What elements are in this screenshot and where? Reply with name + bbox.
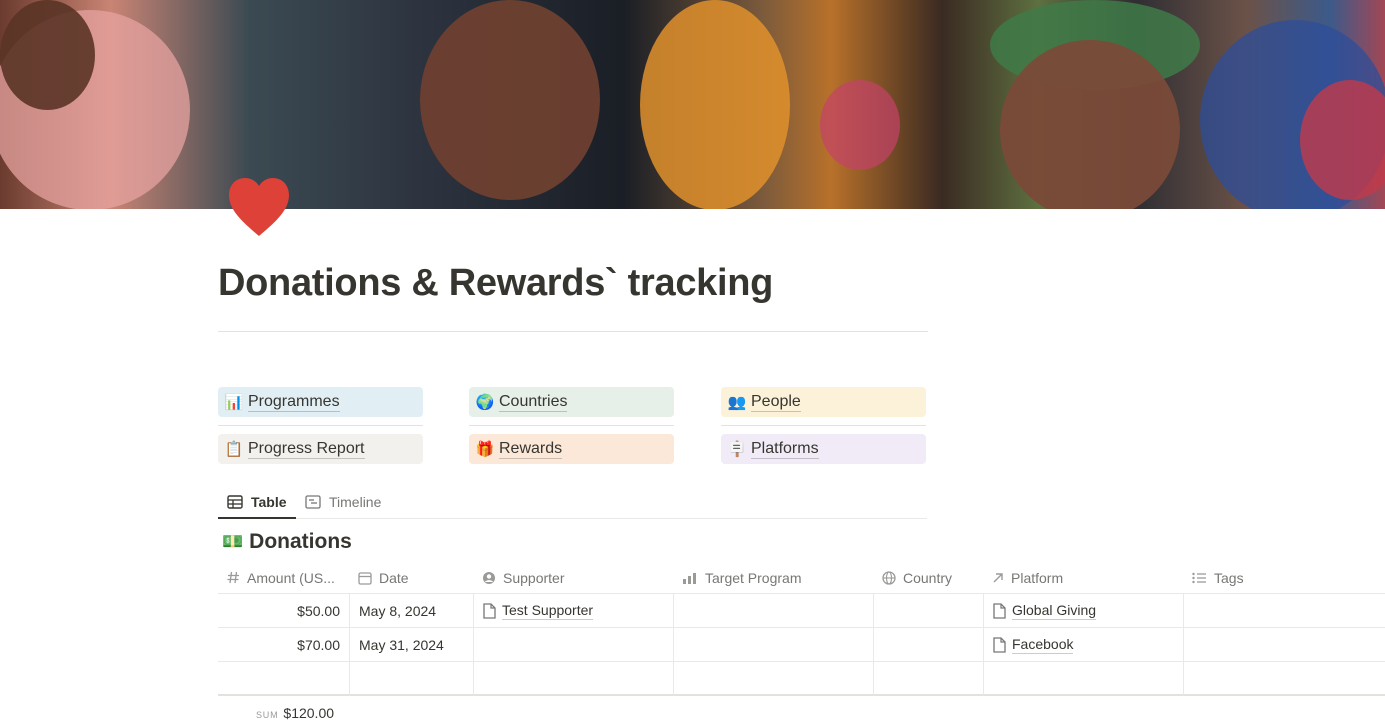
gift-icon: 🎁 bbox=[475, 441, 495, 458]
page-icon bbox=[483, 602, 496, 619]
cell-target-program[interactable] bbox=[674, 662, 874, 695]
money-icon: 💵 bbox=[222, 532, 244, 551]
tile-divider bbox=[721, 425, 926, 426]
tile-divider bbox=[469, 425, 674, 426]
platform-link[interactable]: Global Giving bbox=[993, 602, 1097, 620]
cell-amount[interactable]: $50.00 bbox=[218, 594, 350, 627]
table-header: Amount (US... Date Supporter Target Prog… bbox=[218, 561, 1385, 594]
column-header-country[interactable]: Country bbox=[873, 561, 983, 594]
column-header-target-program[interactable]: Target Program bbox=[673, 561, 873, 594]
table-row[interactable]: $50.00 May 8, 2024 Test Supporter Global… bbox=[218, 594, 1385, 628]
column-header-supporter[interactable]: Supporter bbox=[473, 561, 673, 594]
title-divider bbox=[218, 331, 928, 332]
calendar-icon bbox=[358, 571, 372, 585]
link-people[interactable]: 👥 People bbox=[721, 387, 926, 417]
page-title[interactable]: Donations & Rewards` tracking bbox=[218, 262, 773, 305]
cell-tags[interactable] bbox=[1184, 628, 1385, 661]
link-countries[interactable]: 🌍 Countries bbox=[469, 387, 674, 417]
cell-amount[interactable]: $70.00 bbox=[218, 628, 350, 661]
cell-date[interactable]: May 31, 2024 bbox=[350, 628, 474, 661]
link-label: Platforms bbox=[751, 439, 819, 459]
cell-tags[interactable] bbox=[1184, 662, 1385, 695]
page-icon bbox=[993, 636, 1006, 653]
cell-supporter[interactable] bbox=[474, 662, 674, 695]
cell-target-program[interactable] bbox=[674, 628, 874, 661]
tab-label: Table bbox=[251, 493, 287, 510]
chart-icon bbox=[683, 572, 696, 584]
database-title-text: Donations bbox=[249, 530, 352, 553]
link-label: Rewards bbox=[499, 439, 563, 459]
column-header-amount[interactable]: Amount (US... bbox=[218, 561, 349, 594]
clipboard-icon: 📋 bbox=[224, 441, 244, 458]
cell-country[interactable] bbox=[874, 628, 984, 661]
number-icon bbox=[227, 571, 239, 584]
link-programmes[interactable]: 📊 Programmes bbox=[218, 387, 423, 417]
view-tabs: Table Timeline bbox=[218, 486, 927, 519]
globe-icon bbox=[882, 570, 896, 585]
supporter-link[interactable]: Test Supporter bbox=[483, 602, 594, 620]
link-label: Progress Report bbox=[248, 439, 365, 459]
tab-label: Timeline bbox=[329, 494, 382, 510]
relation-arrow-icon bbox=[993, 572, 1003, 582]
cell-platform[interactable]: Facebook bbox=[984, 628, 1184, 661]
cell-tags[interactable] bbox=[1184, 594, 1385, 627]
cell-supporter[interactable] bbox=[474, 628, 674, 661]
link-label: Programmes bbox=[248, 392, 340, 412]
link-progress-report[interactable]: 📋 Progress Report bbox=[218, 434, 423, 464]
heart-icon[interactable] bbox=[226, 176, 292, 238]
platform-link[interactable]: Facebook bbox=[993, 636, 1074, 654]
cell-amount[interactable] bbox=[218, 662, 350, 695]
signpost-icon: 🪧 bbox=[727, 441, 747, 458]
sum-value: $120.00 bbox=[283, 705, 335, 721]
cell-platform[interactable]: Global Giving bbox=[984, 594, 1184, 627]
cell-supporter[interactable]: Test Supporter bbox=[474, 594, 674, 627]
cell-platform[interactable] bbox=[984, 662, 1184, 695]
sum-label: SUM bbox=[256, 710, 279, 720]
cell-date[interactable]: May 8, 2024 bbox=[350, 594, 474, 627]
timeline-icon bbox=[305, 495, 321, 509]
cell-date[interactable] bbox=[350, 662, 474, 695]
cell-country[interactable] bbox=[874, 662, 984, 695]
bar-chart-icon: 📊 bbox=[224, 394, 244, 411]
link-platforms[interactable]: 🪧 Platforms bbox=[721, 434, 926, 464]
person-icon bbox=[483, 571, 495, 584]
tile-divider bbox=[218, 425, 423, 426]
people-icon: 👥 bbox=[727, 394, 747, 411]
column-header-platform[interactable]: Platform bbox=[983, 561, 1183, 594]
cover-image bbox=[0, 0, 1385, 209]
tab-table[interactable]: Table bbox=[218, 486, 296, 519]
cell-target-program[interactable] bbox=[674, 594, 874, 627]
column-header-tags[interactable]: Tags bbox=[1183, 561, 1383, 594]
page-icon bbox=[993, 602, 1006, 619]
table-row[interactable]: $70.00 May 31, 2024 Facebook bbox=[218, 628, 1385, 662]
link-rewards[interactable]: 🎁 Rewards bbox=[469, 434, 674, 464]
tab-timeline[interactable]: Timeline bbox=[305, 486, 381, 518]
globe-icon: 🌍 bbox=[475, 394, 495, 411]
list-icon bbox=[1192, 572, 1206, 583]
link-label: People bbox=[751, 392, 801, 412]
cell-country[interactable] bbox=[874, 594, 984, 627]
link-label: Countries bbox=[499, 392, 568, 412]
table-icon bbox=[227, 494, 243, 509]
amount-sum[interactable]: SUM $120.00 bbox=[256, 705, 334, 721]
table-row[interactable] bbox=[218, 662, 1385, 696]
database-title[interactable]: 💵 Donations bbox=[222, 530, 352, 554]
column-header-date[interactable]: Date bbox=[349, 561, 473, 594]
